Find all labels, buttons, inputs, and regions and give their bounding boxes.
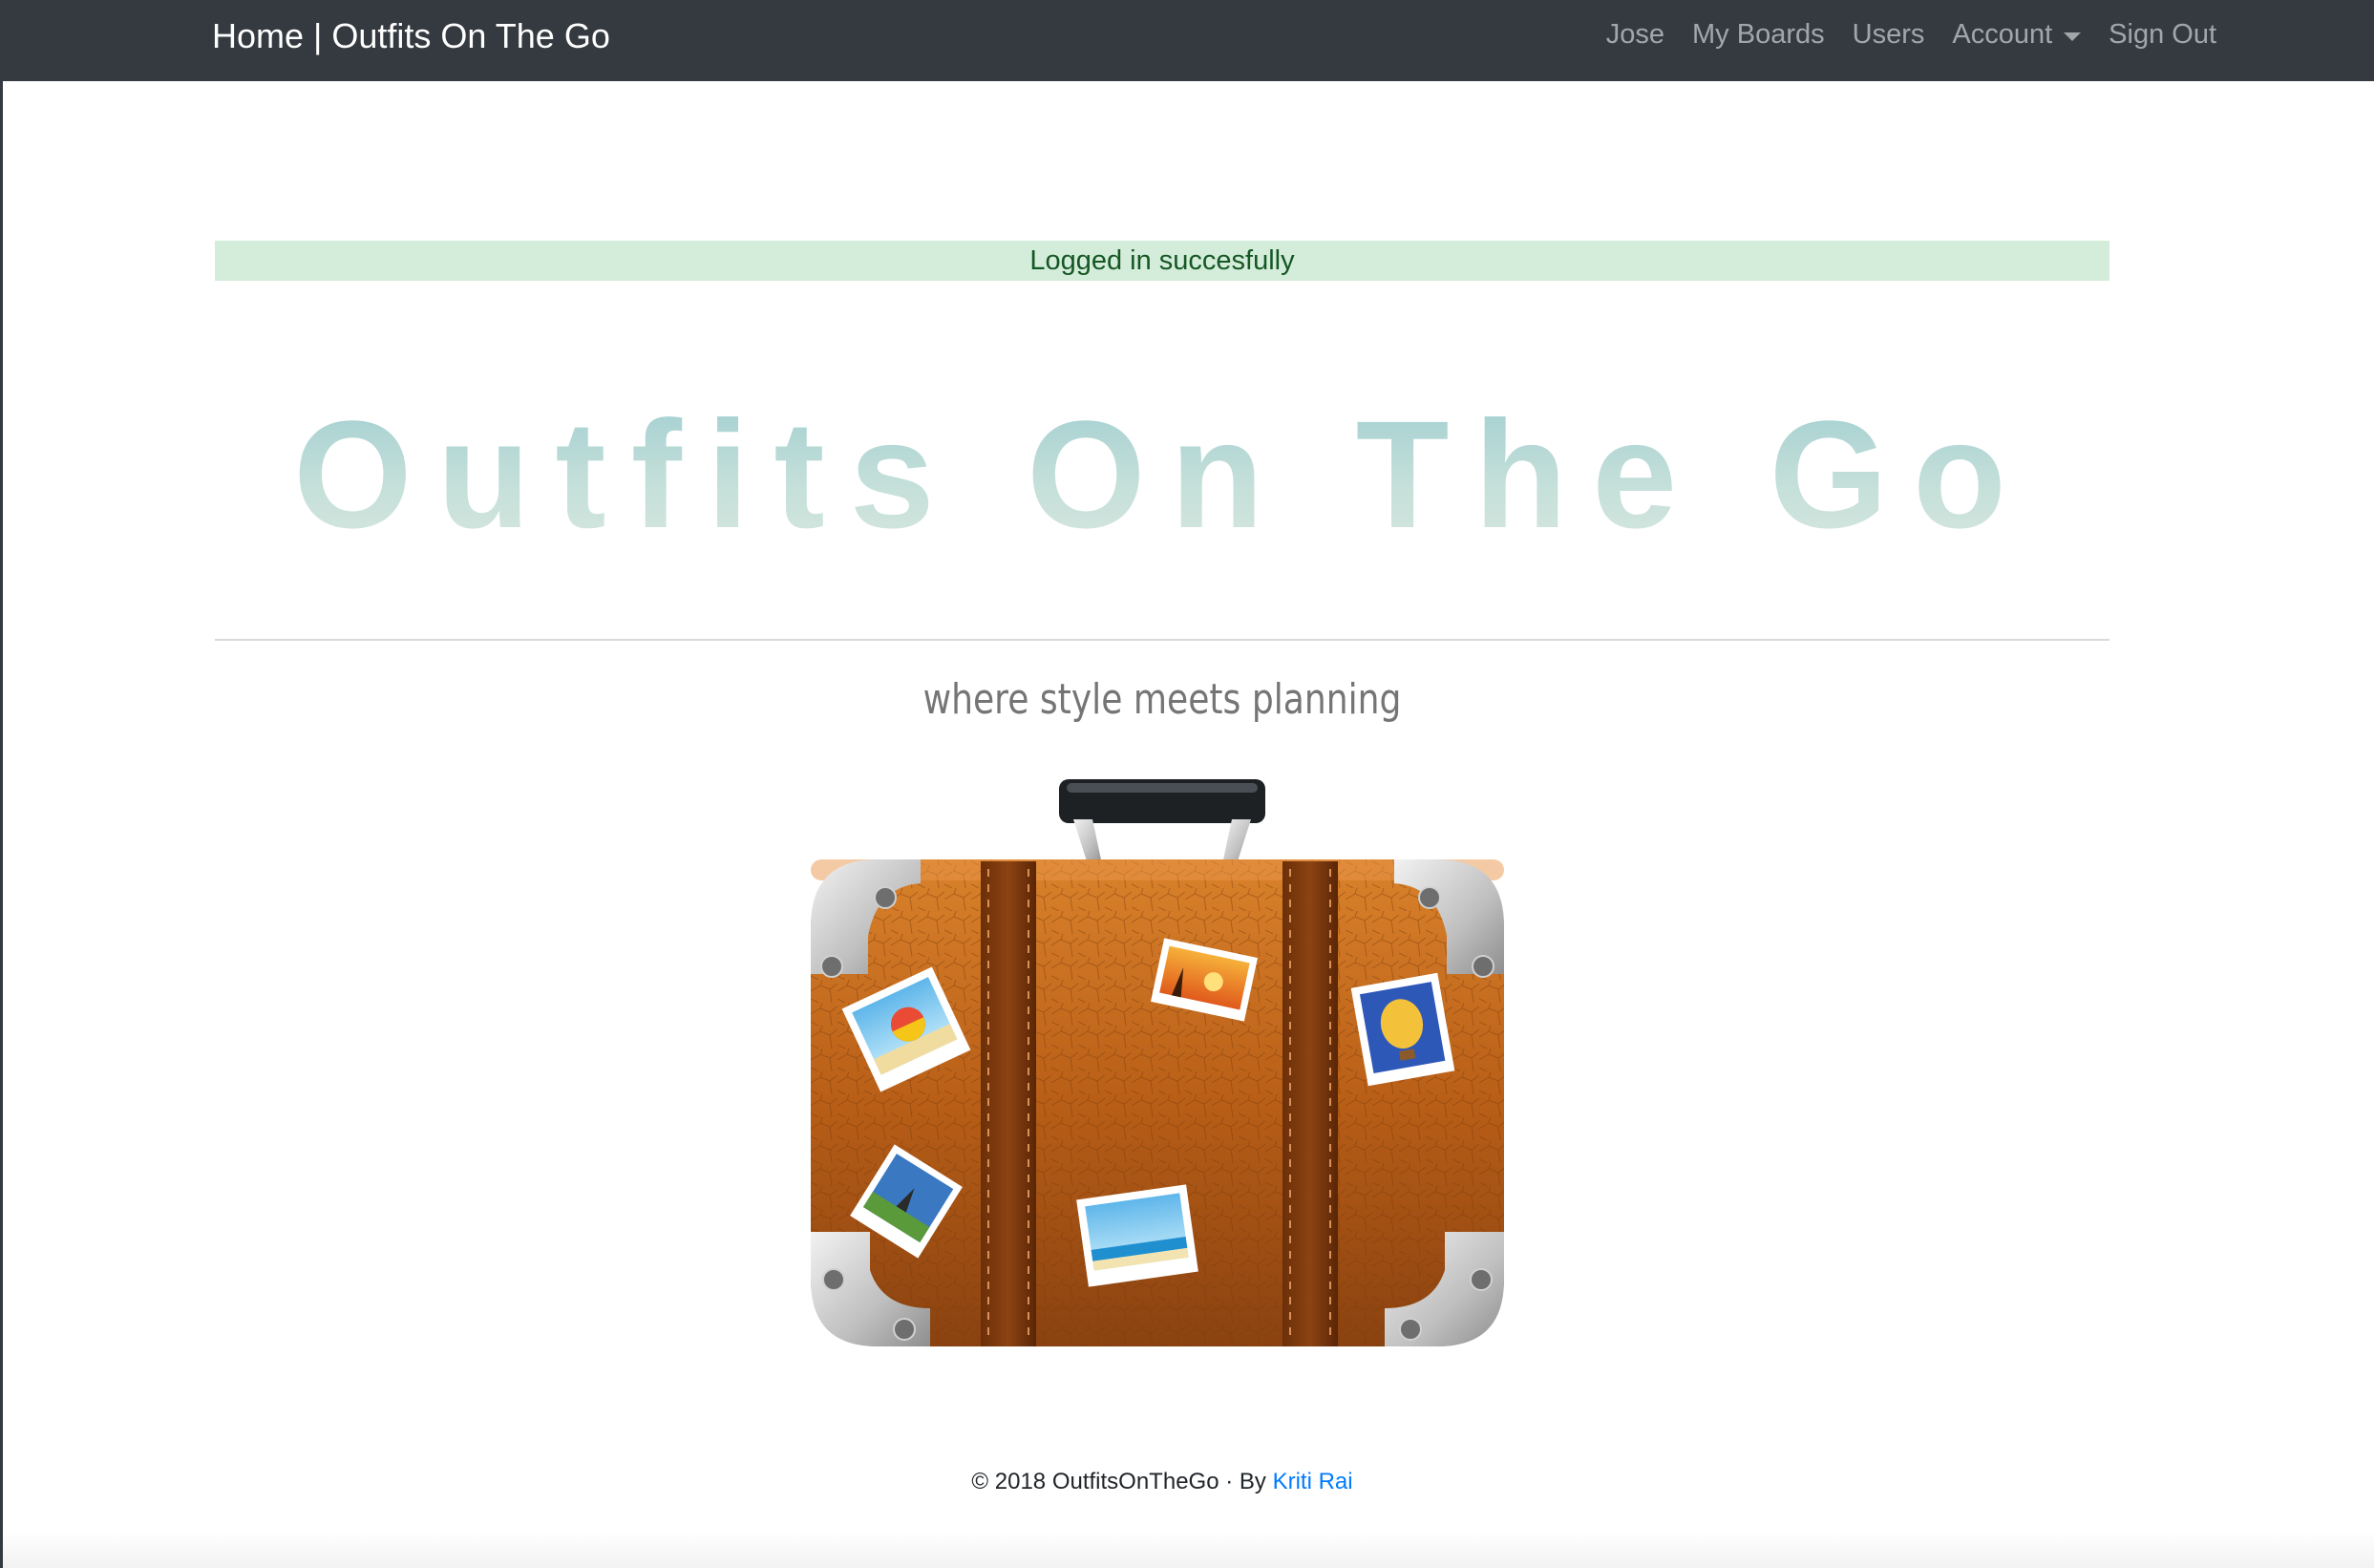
navbar-brand-home-link[interactable]: Home | Outfits On The Go [212, 16, 610, 56]
navbar: Home | Outfits On The Go Jose My Boards … [3, 0, 2374, 81]
footer-author-link[interactable]: Kriti Rai [1273, 1469, 1353, 1494]
suitcase-icon [811, 779, 1504, 1346]
caret-down-icon [2064, 32, 2082, 41]
window-bottom-edge [3, 1532, 2374, 1568]
hero-divider [215, 639, 2109, 641]
navbar-links: Jose My Boards Users Account Sign Out [1606, 19, 2216, 51]
footer-copyright: © 2018 OutfitsOnTheGo · By [971, 1469, 1266, 1494]
success-alert: Logged in succesfully [215, 241, 2109, 281]
nav-link-sign-out[interactable]: Sign Out [2109, 19, 2216, 51]
nav-dropdown-account-label: Account [1952, 19, 2053, 50]
nav-link-user[interactable]: Jose [1606, 19, 1664, 51]
nav-link-my-boards[interactable]: My Boards [1692, 19, 1825, 51]
footer: © 2018 OutfitsOnTheGo · By Kriti Rai [3, 1469, 2321, 1495]
page: Home | Outfits On The Go Jose My Boards … [0, 0, 2374, 1568]
hero-tagline: where style meets planning [922, 675, 1402, 724]
hero-title: Outfits On The Go [3, 387, 2321, 562]
nav-link-users[interactable]: Users [1853, 19, 1925, 51]
nav-dropdown-account[interactable]: Account [1952, 19, 2082, 51]
